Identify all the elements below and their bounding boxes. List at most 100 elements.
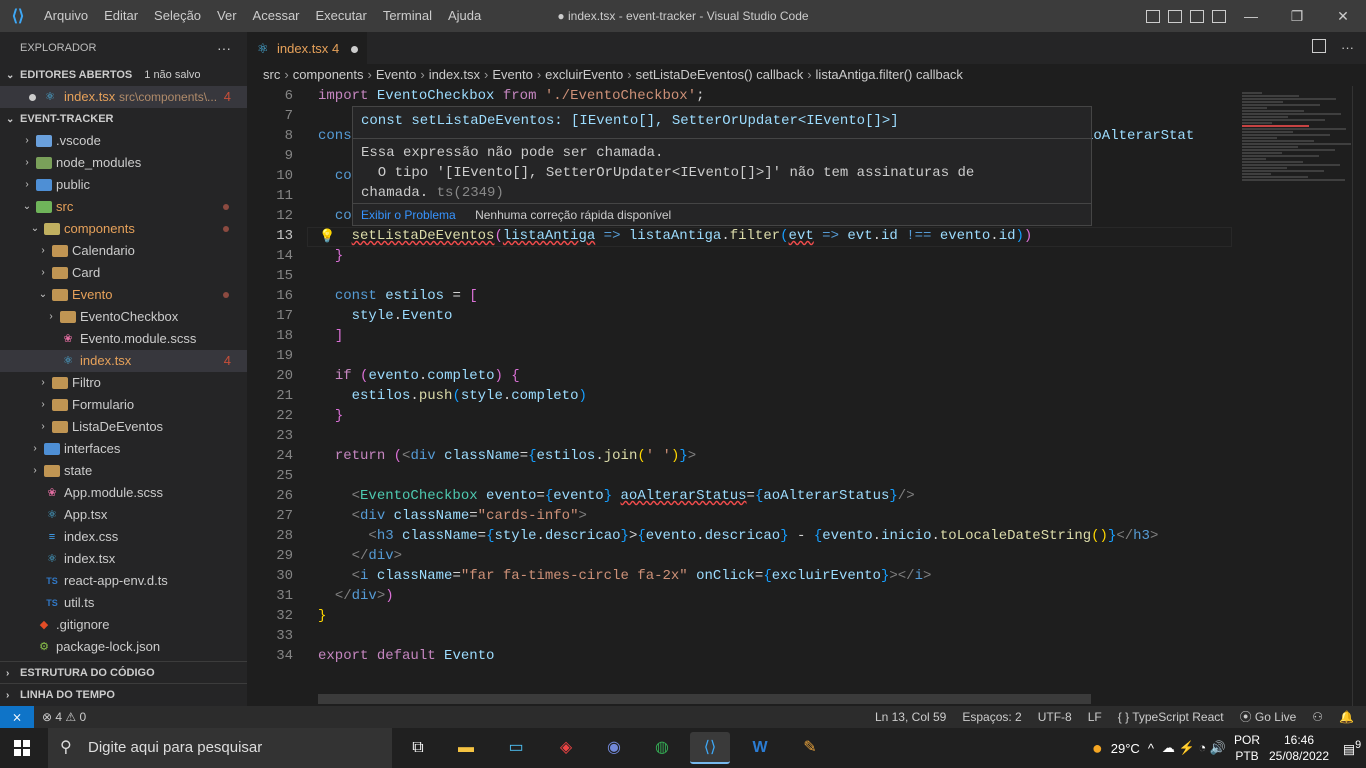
code-line[interactable]: } — [318, 608, 326, 624]
code-line[interactable]: <EventoCheckbox evento={evento} aoAltera… — [318, 488, 915, 504]
tree-item[interactable]: ⚛ App.tsx — [0, 504, 247, 526]
tree-item[interactable]: ❀ App.module.scss — [0, 482, 247, 504]
timeline-section[interactable]: › LINHA DO TEMPO — [0, 683, 247, 705]
vscode-taskbar-icon[interactable]: ⟨⟩ — [690, 732, 730, 764]
remote-indicator-icon[interactable]: ⨯ — [0, 706, 34, 728]
task-view-icon[interactable]: ⧉ — [398, 732, 438, 764]
tree-item[interactable]: TS util.ts — [0, 592, 247, 614]
code-line[interactable]: </div>) — [318, 588, 394, 604]
tree-item[interactable]: › Calendario — [0, 240, 247, 262]
customize-layout-icon[interactable] — [1212, 9, 1226, 23]
tree-item[interactable]: › state — [0, 460, 247, 482]
menu-item-7[interactable]: Ajuda — [440, 0, 489, 32]
code-line[interactable]: export default Evento — [318, 648, 494, 664]
code-line[interactable]: co — [318, 168, 352, 184]
tree-item[interactable]: TS react-app-env.d.ts — [0, 570, 247, 592]
horizontal-scrollbar[interactable] — [318, 694, 1091, 704]
tree-item[interactable]: ⚛ index.tsx 4 — [0, 350, 247, 372]
breadcrumb-item[interactable]: Evento — [376, 67, 416, 82]
tree-item[interactable]: ⌄ src — [0, 196, 247, 218]
weather-sun-icon[interactable]: ● — [1092, 738, 1103, 759]
tray-icons[interactable]: ☁ ⚡ ◔ 🔊 — [1162, 740, 1226, 756]
menu-item-2[interactable]: Seleção — [146, 0, 209, 32]
code-line[interactable]: <h3 className={style.descricao}>{evento.… — [318, 528, 1158, 544]
menu-item-5[interactable]: Executar — [308, 0, 375, 32]
tree-item[interactable]: ⚛ index.tsx — [0, 548, 247, 570]
tree-item[interactable]: › Formulario — [0, 394, 247, 416]
breadcrumb-item[interactable]: Evento — [492, 67, 532, 82]
accounts-icon[interactable]: ⚇ — [1312, 706, 1323, 728]
indentation[interactable]: Espaços: 2 — [962, 706, 1021, 728]
menu-item-3[interactable]: Ver — [209, 0, 245, 32]
menu-item-0[interactable]: Arquivo — [36, 0, 96, 32]
code-line[interactable]: <i className="far fa-times-circle fa-2x"… — [318, 568, 932, 584]
vertical-scrollbar[interactable] — [1352, 86, 1366, 706]
code-line[interactable]: ] — [318, 328, 343, 344]
encoding[interactable]: UTF-8 — [1038, 706, 1072, 728]
more-actions-icon[interactable]: ··· — [1341, 32, 1354, 64]
more-actions-icon[interactable]: ··· — [217, 32, 231, 64]
tree-item[interactable]: › interfaces — [0, 438, 247, 460]
code-line[interactable]: } — [318, 408, 343, 424]
tree-item[interactable]: ⚙ package-lock.json — [0, 636, 247, 658]
end-of-line[interactable]: LF — [1088, 706, 1102, 728]
tree-item[interactable]: › public — [0, 174, 247, 196]
breadcrumb-item[interactable]: excluirEvento — [545, 67, 623, 82]
breadcrumb-item[interactable]: components — [293, 67, 364, 82]
tree-item[interactable]: ≡ index.css — [0, 526, 247, 548]
code-line[interactable]: const estilos = [ — [318, 288, 478, 304]
tree-item[interactable]: › EventoCheckbox — [0, 306, 247, 328]
view-problem-link[interactable]: Exibir o Problema — [361, 208, 456, 222]
outline-section[interactable]: › ESTRUTURA DO CÓDIGO — [0, 661, 247, 683]
cursor-position[interactable]: Ln 13, Col 59 — [875, 706, 946, 728]
language-mode[interactable]: { } TypeScript React — [1118, 706, 1224, 728]
code-line[interactable]: } — [318, 248, 343, 264]
code-line[interactable]: cons — [318, 128, 352, 144]
menu-item-4[interactable]: Acessar — [245, 0, 308, 32]
open-editors-section[interactable]: ⌄ EDITORES ABERTOS 1 não salvo — [0, 64, 247, 86]
notifications-bell-icon[interactable]: 🔔 — [1339, 706, 1354, 728]
go-live-button[interactable]: ⦿ Go Live — [1240, 706, 1297, 728]
minimize-button[interactable]: — — [1228, 0, 1274, 32]
clock[interactable]: 16:46 25/08/2022 — [1268, 732, 1330, 764]
code-line[interactable]: </div> — [318, 548, 402, 564]
toggle-secondary-sidebar-icon[interactable] — [1190, 9, 1204, 23]
restore-button[interactable]: ❐ — [1274, 0, 1320, 32]
toggle-sidebar-icon[interactable] — [1146, 9, 1160, 23]
tree-item[interactable]: › node_modules — [0, 152, 247, 174]
code-line[interactable]: style.Evento — [318, 308, 453, 324]
split-editor-icon[interactable] — [1312, 39, 1326, 53]
weather-temp[interactable]: 29°C — [1111, 741, 1140, 756]
minimap[interactable] — [1242, 86, 1366, 706]
menu-item-6[interactable]: Terminal — [375, 0, 440, 32]
app-icon[interactable]: ◈ — [546, 732, 586, 764]
breadcrumb-item[interactable]: listaAntiga.filter() callback — [816, 67, 963, 82]
chrome-icon[interactable]: ◍ — [642, 732, 682, 764]
notification-center-icon[interactable]: ▤9 — [1338, 739, 1366, 757]
close-button[interactable]: ✕ — [1320, 0, 1366, 32]
tree-item[interactable]: › Filtro — [0, 372, 247, 394]
windows-start-icon[interactable] — [14, 740, 30, 756]
project-section[interactable]: ⌄ EVENT-TRACKER — [0, 108, 247, 130]
code-line[interactable]: if (evento.completo) { — [318, 368, 520, 384]
unsaved-dot-icon[interactable] — [351, 46, 358, 53]
unsaved-dot-icon[interactable] — [29, 94, 36, 101]
toggle-panel-icon[interactable] — [1168, 9, 1182, 23]
tree-item[interactable]: ⌄ Evento — [0, 284, 247, 306]
problems-indicator[interactable]: ⊗ 4 ⚠ 0 — [42, 706, 86, 728]
menu-item-1[interactable]: Editar — [96, 0, 146, 32]
code-line[interactable]: setListaDeEventos(listaAntiga => listaAn… — [318, 228, 1033, 244]
code-line[interactable]: <div className="cards-info"> — [318, 508, 587, 524]
chevron-up-icon[interactable]: ^ — [1148, 741, 1154, 756]
language-indicator[interactable]: POR PTB — [1234, 732, 1260, 764]
breadcrumb-item[interactable]: setListaDeEventos() callback — [636, 67, 804, 82]
tree-item[interactable]: ❀ Evento.module.scss — [0, 328, 247, 350]
discord-icon[interactable]: ◉ — [594, 732, 634, 764]
word-icon[interactable]: W — [740, 732, 780, 764]
tab-index-tsx[interactable]: ⚛ index.tsx 4 — [247, 32, 367, 64]
tree-item[interactable]: ⌄ components — [0, 218, 247, 240]
tree-item[interactable]: › .vscode — [0, 130, 247, 152]
open-editor-item[interactable]: ⚛ index.tsx src\components\... 4 — [0, 86, 247, 108]
code-line[interactable]: return (<div className={estilos.join(' '… — [318, 448, 696, 464]
taskbar-search-input[interactable]: ⚲ Digite aqui para pesquisar — [48, 728, 392, 768]
